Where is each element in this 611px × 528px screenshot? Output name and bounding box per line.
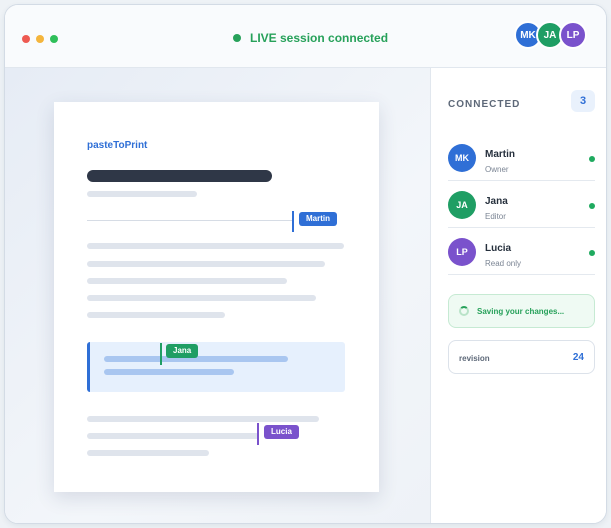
avatar-initials: JA [543, 29, 557, 41]
cursor-tag-jana: Jana [166, 344, 199, 358]
text-line [87, 295, 316, 301]
user-role: Editor [485, 212, 506, 221]
text-line [87, 261, 325, 267]
online-status-icon [589, 250, 595, 256]
avatar-lp[interactable]: LP [559, 21, 587, 49]
subheading-placeholder [87, 191, 197, 197]
panel-title: CONNECTED [448, 99, 521, 110]
user-role: Read only [485, 259, 522, 268]
status-text: LIVE session connected [250, 31, 389, 45]
avatar: MK [448, 144, 476, 172]
user-row-jana[interactable]: JA Jana Editor [448, 181, 595, 228]
document-brand: pasteToPrint [87, 140, 148, 151]
user-name: Martin [485, 149, 515, 160]
text-line [87, 433, 259, 439]
session-status: LIVE session connected [233, 30, 388, 46]
app-window: LIVE session connected MK JA LP pasteToP… [4, 4, 607, 524]
revision-label: revision [459, 354, 490, 363]
user-row-lucia[interactable]: LP Lucia Read only [448, 228, 595, 275]
connected-users-panel: CONNECTED 3 MK Martin Owner JA Jana Edit… [430, 68, 606, 523]
avatar-initials: LP [566, 29, 580, 41]
document-page[interactable]: pasteToPrint Martin Jana Lucia [54, 102, 379, 492]
connected-count: 3 [579, 95, 587, 107]
saving-status: Saving your changes... [448, 294, 595, 328]
avatar-initials: LP [456, 247, 468, 257]
title-bar: LIVE session connected MK JA LP [5, 5, 606, 68]
cursor-caret-martin [292, 211, 294, 232]
revision-info: revision 24 [448, 340, 595, 374]
cursor-tag-lucia: Lucia [264, 425, 299, 439]
text-line [87, 450, 209, 456]
user-name: Lucia [485, 243, 512, 254]
cursor-tag-martin: Martin [299, 212, 337, 226]
cursor-caret-jana [160, 343, 162, 365]
connected-count-badge: 3 [571, 90, 595, 112]
status-indicator-icon [233, 34, 241, 42]
online-status-icon [589, 156, 595, 162]
avatar-initials: MK [455, 153, 469, 163]
revision-value: 24 [572, 352, 584, 363]
saving-text: Saving your changes... [477, 307, 565, 316]
divider [87, 220, 292, 221]
cursor-caret-lucia [257, 423, 259, 445]
selected-text-line [104, 369, 234, 375]
text-line [87, 278, 287, 284]
selected-block[interactable]: Jana [87, 342, 345, 392]
text-line [87, 312, 225, 318]
avatar: LP [448, 238, 476, 266]
document-canvas: pasteToPrint Martin Jana Lucia [5, 68, 430, 523]
avatar-initials: MK [520, 29, 536, 41]
spinner-icon [459, 306, 469, 316]
minimize-window-button[interactable] [36, 35, 44, 43]
text-line [87, 416, 319, 422]
avatar-initials: JA [456, 200, 468, 210]
text-line [87, 243, 344, 249]
user-role: Owner [485, 165, 509, 174]
avatar: JA [448, 191, 476, 219]
maximize-window-button[interactable] [50, 35, 58, 43]
document-heading-placeholder [87, 170, 272, 182]
user-name: Jana [485, 196, 508, 207]
close-window-button[interactable] [22, 35, 30, 43]
online-status-icon [589, 203, 595, 209]
user-row-martin[interactable]: MK Martin Owner [448, 134, 595, 181]
